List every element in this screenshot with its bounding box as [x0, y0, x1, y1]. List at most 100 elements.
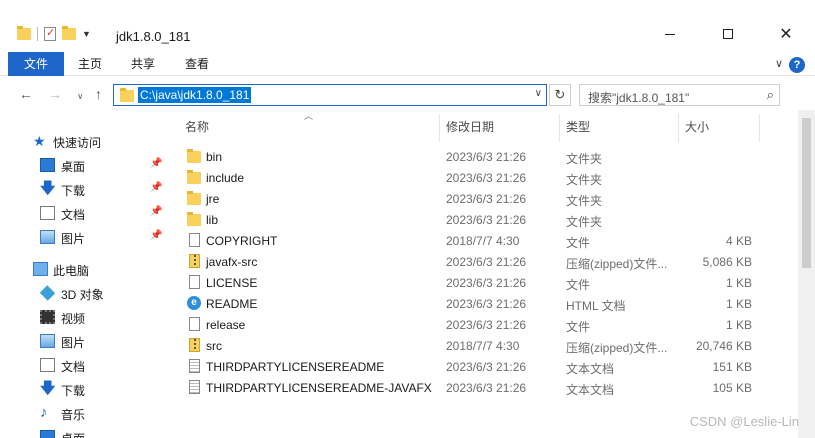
file-row[interactable]: jre 2023/6/3 21:26 文件夹 — [0, 188, 815, 209]
sort-ascending-icon: ︿ — [304, 111, 314, 121]
customize-toolbar-chevron-icon[interactable]: ▼ — [82, 29, 91, 39]
folder-icon — [187, 212, 201, 226]
column-header-size[interactable]: 大小 — [685, 118, 709, 140]
file-size: 4 KB — [725, 234, 752, 248]
nav-item-music[interactable]: ♪ 音乐 — [0, 402, 172, 424]
folder-icon — [187, 149, 201, 163]
file-row[interactable]: include 2023/6/3 21:26 文件夹 — [0, 167, 815, 188]
file-date: 2018/7/7 4:30 — [446, 234, 520, 248]
search-icon[interactable]: ⌕ — [767, 87, 774, 103]
title-bar: ▼ jdk1.8.0_181 ✕ — [0, 0, 815, 50]
file-row[interactable]: lib 2023/6/3 21:26 文件夹 — [0, 209, 815, 230]
tab-home[interactable]: 主页 — [66, 52, 114, 76]
file-row[interactable]: e README 2023/6/3 21:26 HTML 文档 1 KB — [0, 293, 815, 314]
file-type: 文本文档 — [566, 362, 615, 376]
search-input[interactable]: 搜索"jdk1.8.0_181" ⌕ — [579, 84, 780, 106]
file-name: THIRDPARTYLICENSEREADME-JAVAFX — [206, 381, 432, 395]
search-placeholder: 搜索"jdk1.8.0_181" — [588, 91, 690, 105]
zip-archive-icon — [189, 254, 200, 268]
file-row[interactable]: javafx-src 2023/6/3 21:26 压缩(zipped)文件..… — [0, 251, 815, 272]
file-row[interactable]: bin 2023/6/3 21:26 文件夹 — [0, 146, 815, 167]
properties-icon[interactable] — [44, 26, 56, 41]
file-date: 2023/6/3 21:26 — [446, 213, 527, 227]
file-date: 2023/6/3 21:26 — [446, 192, 527, 206]
separator — [37, 27, 38, 41]
close-button[interactable]: ✕ — [757, 18, 815, 50]
file-row[interactable]: THIRDPARTYLICENSEREADME 2023/6/3 21:26 文… — [0, 356, 815, 377]
file-date: 2023/6/3 21:26 — [446, 255, 527, 269]
file-row[interactable]: release 2023/6/3 21:26 文件 1 KB — [0, 314, 815, 335]
file-type: 文件 — [566, 236, 591, 250]
file-size: 105 KB — [712, 381, 752, 395]
zip-archive-icon — [189, 338, 200, 352]
file-row[interactable]: THIRDPARTYLICENSEREADME-JAVAFX 2023/6/3 … — [0, 377, 815, 398]
file-name: jre — [206, 192, 220, 206]
text-document-icon — [189, 380, 200, 394]
file-name: lib — [206, 213, 219, 227]
new-folder-icon[interactable] — [62, 26, 76, 40]
file-name: src — [206, 339, 222, 353]
maximize-button[interactable] — [699, 18, 757, 50]
address-path[interactable]: C:\java\jdk1.8.0_181 — [138, 87, 252, 103]
tab-file[interactable]: 文件 — [8, 52, 64, 76]
column-separator[interactable] — [678, 114, 679, 142]
file-date: 2023/6/3 21:26 — [446, 150, 527, 164]
file-name: include — [206, 171, 245, 185]
file-name: bin — [206, 150, 223, 164]
forward-arrow-icon[interactable]: → — [48, 86, 62, 102]
file-date: 2023/6/3 21:26 — [446, 360, 527, 374]
quick-access-toolbar: ▼ — [17, 26, 91, 41]
file-date: 2023/6/3 21:26 — [446, 276, 527, 290]
tab-view[interactable]: 查看 — [172, 52, 222, 76]
window-controls: ✕ — [641, 18, 815, 50]
address-dropdown-chevron-icon[interactable]: ∨ — [535, 88, 542, 99]
file-name: COPYRIGHT — [206, 234, 278, 248]
column-header-type[interactable]: 类型 — [566, 118, 590, 140]
file-icon — [189, 317, 200, 331]
refresh-icon[interactable]: ↻ — [549, 84, 571, 106]
recent-locations-chevron-icon[interactable]: ∨ — [77, 91, 84, 102]
nav-item-desktop-pc[interactable]: 桌面 — [0, 426, 172, 438]
expand-ribbon-chevron-icon[interactable]: ∨ — [775, 57, 783, 70]
file-name: README — [206, 297, 258, 311]
watermark: CSDN @Leslie-Lin — [689, 414, 799, 429]
help-icon[interactable]: ? — [789, 57, 805, 73]
file-name: THIRDPARTYLICENSEREADME — [206, 360, 385, 374]
maximize-icon — [723, 29, 733, 39]
file-name: LICENSE — [206, 276, 258, 290]
file-date: 2023/6/3 21:26 — [446, 297, 527, 311]
file-date: 2018/7/7 4:30 — [446, 339, 520, 353]
column-separator[interactable] — [559, 114, 560, 142]
file-date: 2023/6/3 21:26 — [446, 381, 527, 395]
file-type: 压缩(zipped)文件... — [566, 341, 668, 355]
minimize-icon — [665, 33, 675, 35]
tab-share[interactable]: 共享 — [118, 52, 168, 76]
desktop-icon — [40, 430, 55, 438]
column-separator[interactable] — [759, 114, 760, 142]
scrollbar-thumb[interactable] — [802, 118, 811, 268]
file-type: 压缩(zipped)文件... — [566, 257, 668, 271]
file-row[interactable]: src 2018/7/7 4:30 压缩(zipped)文件... 20,746… — [0, 335, 815, 356]
file-date: 2023/6/3 21:26 — [446, 171, 527, 185]
back-arrow-icon[interactable]: ← — [19, 86, 33, 102]
file-size: 20,746 KB — [695, 339, 752, 353]
column-header-date[interactable]: 修改日期 — [446, 118, 494, 140]
minimize-button[interactable] — [641, 18, 699, 50]
nav-label: 音乐 — [61, 408, 86, 422]
file-row[interactable]: COPYRIGHT 2018/7/7 4:30 文件 4 KB — [0, 230, 815, 251]
file-type: 文件夹 — [566, 215, 603, 229]
address-bar[interactable]: C:\java\jdk1.8.0_181 ∨ — [113, 84, 547, 106]
window-title: jdk1.8.0_181 — [116, 29, 191, 44]
html-document-icon: e — [187, 296, 201, 310]
folder-icon — [120, 88, 134, 102]
file-row[interactable]: LICENSE 2023/6/3 21:26 文件 1 KB — [0, 272, 815, 293]
column-separator[interactable] — [439, 114, 440, 142]
file-icon — [189, 275, 200, 289]
vertical-scrollbar[interactable] — [798, 110, 815, 438]
music-note-icon: ♪ — [40, 404, 48, 421]
file-type: 文本文档 — [566, 383, 615, 397]
column-header-name[interactable]: 名称 — [185, 118, 209, 140]
ribbon-tabs: 文件 主页 共享 查看 ∨ ? — [0, 52, 815, 76]
up-arrow-icon[interactable]: ↑ — [95, 86, 102, 102]
file-name: release — [206, 318, 246, 332]
